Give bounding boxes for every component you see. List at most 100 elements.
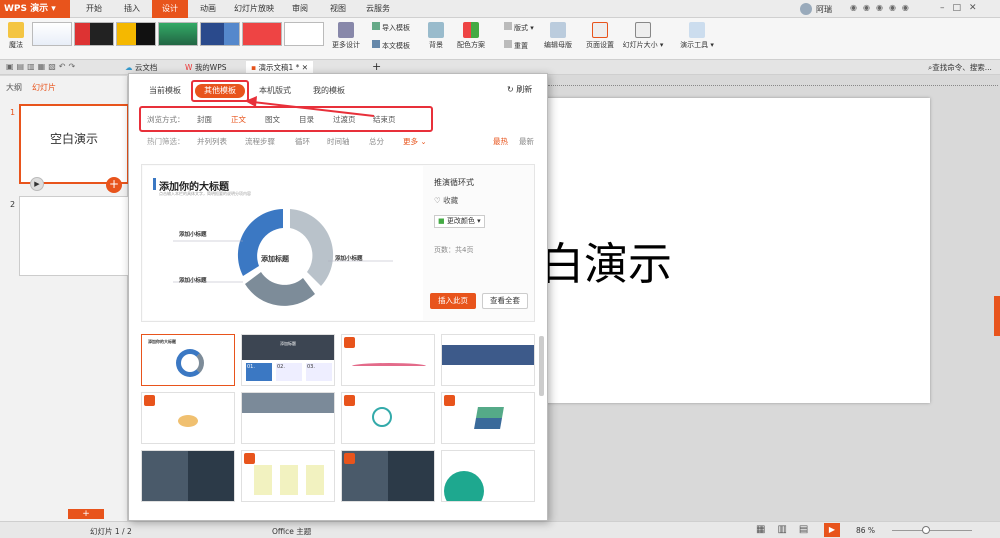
- grid-item[interactable]: [341, 392, 435, 444]
- note-shape: [280, 465, 298, 495]
- close-icon[interactable]: ✕: [302, 63, 308, 72]
- tab-animation[interactable]: 动画: [190, 0, 226, 18]
- tab-view[interactable]: 视图: [320, 0, 356, 18]
- grid-item[interactable]: [441, 334, 535, 386]
- more-design-button[interactable]: 更多设计: [328, 22, 364, 50]
- grid-item[interactable]: [241, 450, 335, 502]
- command-search[interactable]: ⌕查找命令、搜索...: [928, 62, 992, 73]
- grid-item[interactable]: [441, 392, 535, 444]
- grid-item[interactable]: 添加标题 01. 02. 03.: [241, 334, 335, 386]
- design-thumb-1[interactable]: [32, 22, 72, 46]
- edit-master-button[interactable]: 编辑母版: [540, 22, 576, 50]
- magic-label: 魔法: [9, 41, 23, 49]
- hot-cycle[interactable]: 循环: [295, 136, 310, 147]
- tab-cloud[interactable]: 云服务: [358, 0, 398, 18]
- grid-text: 添加标题: [280, 341, 296, 346]
- layout-button[interactable]: 版式 ▾: [504, 22, 534, 33]
- cycle-subtitle-3: 添加小标题: [179, 278, 207, 284]
- tab-review[interactable]: 审阅: [282, 0, 318, 18]
- note-shape: [254, 465, 272, 495]
- more-filter-button[interactable]: 更多 ⌄: [403, 136, 427, 147]
- grid-item[interactable]: [341, 334, 435, 386]
- reset-button[interactable]: 重置: [504, 40, 528, 51]
- slide-thumbnail-2[interactable]: [19, 196, 129, 276]
- text-template-button[interactable]: 本文模板: [372, 40, 410, 51]
- browse-transition[interactable]: 过渡页: [333, 114, 356, 125]
- browse-toc[interactable]: 目录: [299, 114, 314, 125]
- zoom-slider-thumb[interactable]: [922, 526, 930, 534]
- zoom-slider[interactable]: [892, 530, 972, 531]
- reset-icon: [504, 40, 512, 48]
- ring-shape: [372, 407, 392, 427]
- window-controls[interactable]: –□✕: [940, 3, 985, 13]
- slide-number-2: 2: [10, 200, 16, 209]
- favorite-button[interactable]: ♡ 收藏: [434, 195, 458, 206]
- magic-button[interactable]: 魔法: [4, 22, 28, 50]
- hot-summary[interactable]: 总分: [369, 136, 384, 147]
- grid-item[interactable]: [441, 450, 535, 502]
- browse-body[interactable]: 正文: [231, 114, 246, 125]
- design-thumb-6[interactable]: [242, 22, 282, 46]
- user-name[interactable]: 阿瑞: [816, 4, 832, 15]
- add-slide-plus-icon[interactable]: +: [106, 177, 122, 193]
- sort-new[interactable]: 最新: [519, 136, 534, 147]
- slides-tab[interactable]: 幻灯片: [32, 82, 56, 93]
- presentation-tools-button[interactable]: 演示工具 ▾: [676, 22, 718, 50]
- insert-page-button[interactable]: 插入此页: [430, 293, 476, 309]
- page-setup-button[interactable]: 页面设置: [584, 22, 616, 50]
- avatar[interactable]: [800, 3, 812, 15]
- play-slideshow-icon[interactable]: ▶: [824, 523, 840, 537]
- grid-scrollbar[interactable]: [539, 336, 544, 396]
- quick-access-icons[interactable]: ▣▤▥▦▧↶↷: [6, 62, 78, 71]
- design-thumb-5[interactable]: [200, 22, 240, 46]
- sort-hot[interactable]: 最热: [493, 136, 508, 147]
- status-bar: 幻灯片 1 / 2 Office 主题 ▦▥▤ ▶ 86 %: [0, 521, 1000, 538]
- more-design-label: 更多设计: [332, 41, 360, 49]
- background-button[interactable]: 背景: [424, 22, 448, 50]
- slide-title-fragment[interactable]: 白演示: [540, 228, 672, 292]
- design-thumb-2[interactable]: [74, 22, 114, 46]
- magic-wand-icon: [8, 22, 24, 38]
- refresh-button[interactable]: ↻ 刷新: [507, 84, 532, 95]
- hot-process-steps[interactable]: 流程步骤: [245, 136, 275, 147]
- browse-label: 浏览方式：: [147, 115, 185, 124]
- tab-insert[interactable]: 插入: [114, 0, 150, 18]
- tab-start[interactable]: 开始: [76, 0, 112, 18]
- import-template-button[interactable]: 导入模板: [372, 22, 410, 33]
- slide-count: 幻灯片 1 / 2: [90, 527, 132, 536]
- grid-icon: [338, 22, 354, 38]
- design-thumb-3[interactable]: [116, 22, 156, 46]
- browse-ending[interactable]: 结束页: [373, 114, 396, 125]
- preview-slide[interactable]: 添加你的大标题 点击输入本栏的具体文字，简明扼要的说明分项内容 添加标题 添加小…: [143, 166, 423, 320]
- slide-panel: 大纲 幻灯片 1 空白演示 ▶ + 2 +: [0, 76, 129, 521]
- slide-size-button[interactable]: 幻灯片大小 ▾: [620, 22, 666, 50]
- tab-other-templates[interactable]: 其他模板: [195, 84, 245, 98]
- browse-cover[interactable]: 封面: [197, 114, 212, 125]
- grid-item[interactable]: [241, 392, 335, 444]
- new-slide-button[interactable]: +: [68, 509, 104, 519]
- new-tab-button[interactable]: +: [372, 60, 381, 73]
- view-mode-icons[interactable]: ▦▥▤: [756, 524, 820, 535]
- outline-tab[interactable]: 大纲: [6, 82, 22, 93]
- view-all-button[interactable]: 查看全套: [482, 293, 528, 309]
- grid-text: 01.: [246, 363, 272, 381]
- design-thumb-7[interactable]: [284, 22, 324, 46]
- grid-item[interactable]: 添加你的大标题: [141, 334, 235, 386]
- tab-design[interactable]: 设计: [152, 0, 188, 18]
- tab-current-template[interactable]: 当前模板: [149, 84, 181, 98]
- hot-timeline[interactable]: 时间轴: [327, 136, 350, 147]
- grid-item[interactable]: [141, 450, 235, 502]
- app-menu-button[interactable]: WPS 演示 ▾: [0, 0, 70, 18]
- tab-slideshow[interactable]: 幻灯片放映: [228, 0, 280, 18]
- side-panel-handle[interactable]: [994, 296, 1000, 336]
- grid-item[interactable]: [341, 450, 435, 502]
- color-scheme-button[interactable]: 配色方案: [452, 22, 490, 50]
- template-popup: 当前模板 其他模板 本机版式 我的模板 ↻ 刷新 浏览方式： 封面 正文 图文 …: [128, 73, 548, 521]
- slide-thumbnail-1[interactable]: 空白演示: [19, 104, 129, 184]
- design-thumb-4[interactable]: [158, 22, 198, 46]
- grid-item[interactable]: [141, 392, 235, 444]
- hot-parallel-list[interactable]: 并列列表: [197, 136, 227, 147]
- change-color-button[interactable]: ■ 更改颜色 ▾: [434, 215, 485, 228]
- play-icon[interactable]: ▶: [30, 177, 44, 191]
- browse-image-text[interactable]: 图文: [265, 114, 280, 125]
